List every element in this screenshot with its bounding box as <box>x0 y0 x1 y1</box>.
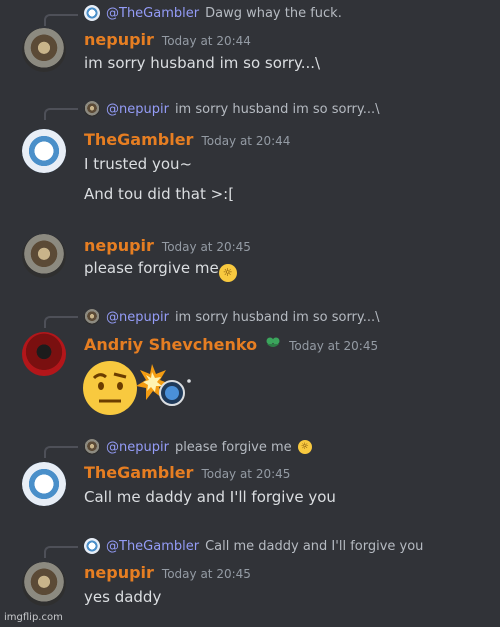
timestamp: Today at 20:45 <box>289 339 379 353</box>
message-header: TheGambler Today at 20:45 <box>84 463 290 482</box>
reply-username[interactable]: @nepupir <box>106 102 169 117</box>
username[interactable]: TheGambler <box>84 463 193 482</box>
message-header: nepupir Today at 20:45 <box>84 563 251 582</box>
message-text: Call me daddy and I'll forgive you <box>84 488 336 506</box>
reply-text: Call me daddy and I'll forgive you <box>205 538 424 554</box>
crying-face-emoji-icon: ☼ <box>297 440 312 454</box>
reply-text: Dawg whay the fuck. <box>205 5 342 21</box>
message-6: @TheGambler Call me daddy and I'll forgi… <box>0 534 500 624</box>
avatar[interactable] <box>22 129 66 173</box>
timestamp: Today at 20:44 <box>201 134 291 148</box>
reply-username[interactable]: @nepupir <box>106 310 169 325</box>
reply-username[interactable]: @TheGambler <box>106 539 199 554</box>
message-text: im sorry husband im so sorry...\ <box>84 54 321 72</box>
reply-preview[interactable]: @nepupir please forgive me ☼ <box>84 438 312 456</box>
avatar[interactable] <box>22 28 66 72</box>
crying-face-emoji-icon: ☼ <box>218 264 237 282</box>
reply-avatar <box>84 538 100 554</box>
reply-avatar <box>84 101 100 117</box>
reply-text: please forgive me <box>174 439 292 455</box>
avatar[interactable] <box>22 462 66 506</box>
avatar[interactable] <box>22 562 66 606</box>
reply-connector <box>44 14 78 26</box>
reply-connector <box>44 316 78 328</box>
avatar[interactable] <box>22 234 66 278</box>
message-text: And tou did that >:[ <box>84 185 235 203</box>
avatar[interactable] <box>22 332 66 376</box>
message-3: nepupir Today at 20:45 please forgive me… <box>0 228 500 292</box>
message-header: Andriy Shevchenko Today at 20:45 <box>84 334 378 354</box>
reply-preview[interactable]: @TheGambler Dawg whay the fuck. <box>84 4 342 22</box>
username[interactable]: Andriy Shevchenko <box>84 335 257 354</box>
message-2: @nepupir im sorry husband im so sorry...… <box>0 96 500 226</box>
timestamp: Today at 20:45 <box>161 240 251 254</box>
message-5: @nepupir please forgive me ☼ TheGambler T… <box>0 434 500 534</box>
reply-username[interactable]: @TheGambler <box>106 6 199 21</box>
message-header: nepupir Today at 20:44 <box>84 30 251 49</box>
timestamp: Today at 20:45 <box>161 567 251 581</box>
reply-connector <box>44 546 78 558</box>
server-badge-icon[interactable] <box>265 334 281 350</box>
reply-preview[interactable]: @TheGambler Call me daddy and I'll forgi… <box>84 537 423 555</box>
username[interactable]: TheGambler <box>84 130 193 149</box>
reply-connector <box>44 446 78 458</box>
message-header: TheGambler Today at 20:44 <box>84 130 290 149</box>
message-4: @nepupir im sorry husband im so sorry...… <box>0 304 500 428</box>
username[interactable]: nepupir <box>84 30 154 49</box>
reply-avatar <box>84 439 100 455</box>
reply-preview[interactable]: @nepupir im sorry husband im so sorry...… <box>84 308 380 326</box>
watermark: imgflip.com <box>4 612 63 623</box>
reply-text: im sorry husband im so sorry...\ <box>174 101 380 117</box>
reply-avatar <box>84 5 100 21</box>
timestamp: Today at 20:45 <box>201 467 291 481</box>
target-emoji-icon <box>159 379 191 406</box>
reply-avatar <box>84 309 100 325</box>
message-text-content: please forgive me <box>84 259 219 277</box>
reply-username[interactable]: @nepupir <box>106 440 169 455</box>
message-1: @TheGambler Dawg whay the fuck. nepupir … <box>0 0 500 90</box>
reply-text: im sorry husband im so sorry...\ <box>174 309 380 325</box>
message-text: yes daddy <box>84 588 162 606</box>
message-header: nepupir Today at 20:45 <box>84 236 251 255</box>
emoji-reaction-row <box>83 361 191 415</box>
message-text: please forgive me ☼ <box>84 259 237 282</box>
reply-preview[interactable]: @nepupir im sorry husband im so sorry...… <box>84 100 380 118</box>
username[interactable]: nepupir <box>84 563 154 582</box>
message-text: I trusted you~ <box>84 155 193 173</box>
username[interactable]: nepupir <box>84 236 154 255</box>
raised-eyebrow-emoji-icon <box>83 361 137 415</box>
timestamp: Today at 20:44 <box>161 34 251 48</box>
reply-connector <box>44 108 78 120</box>
